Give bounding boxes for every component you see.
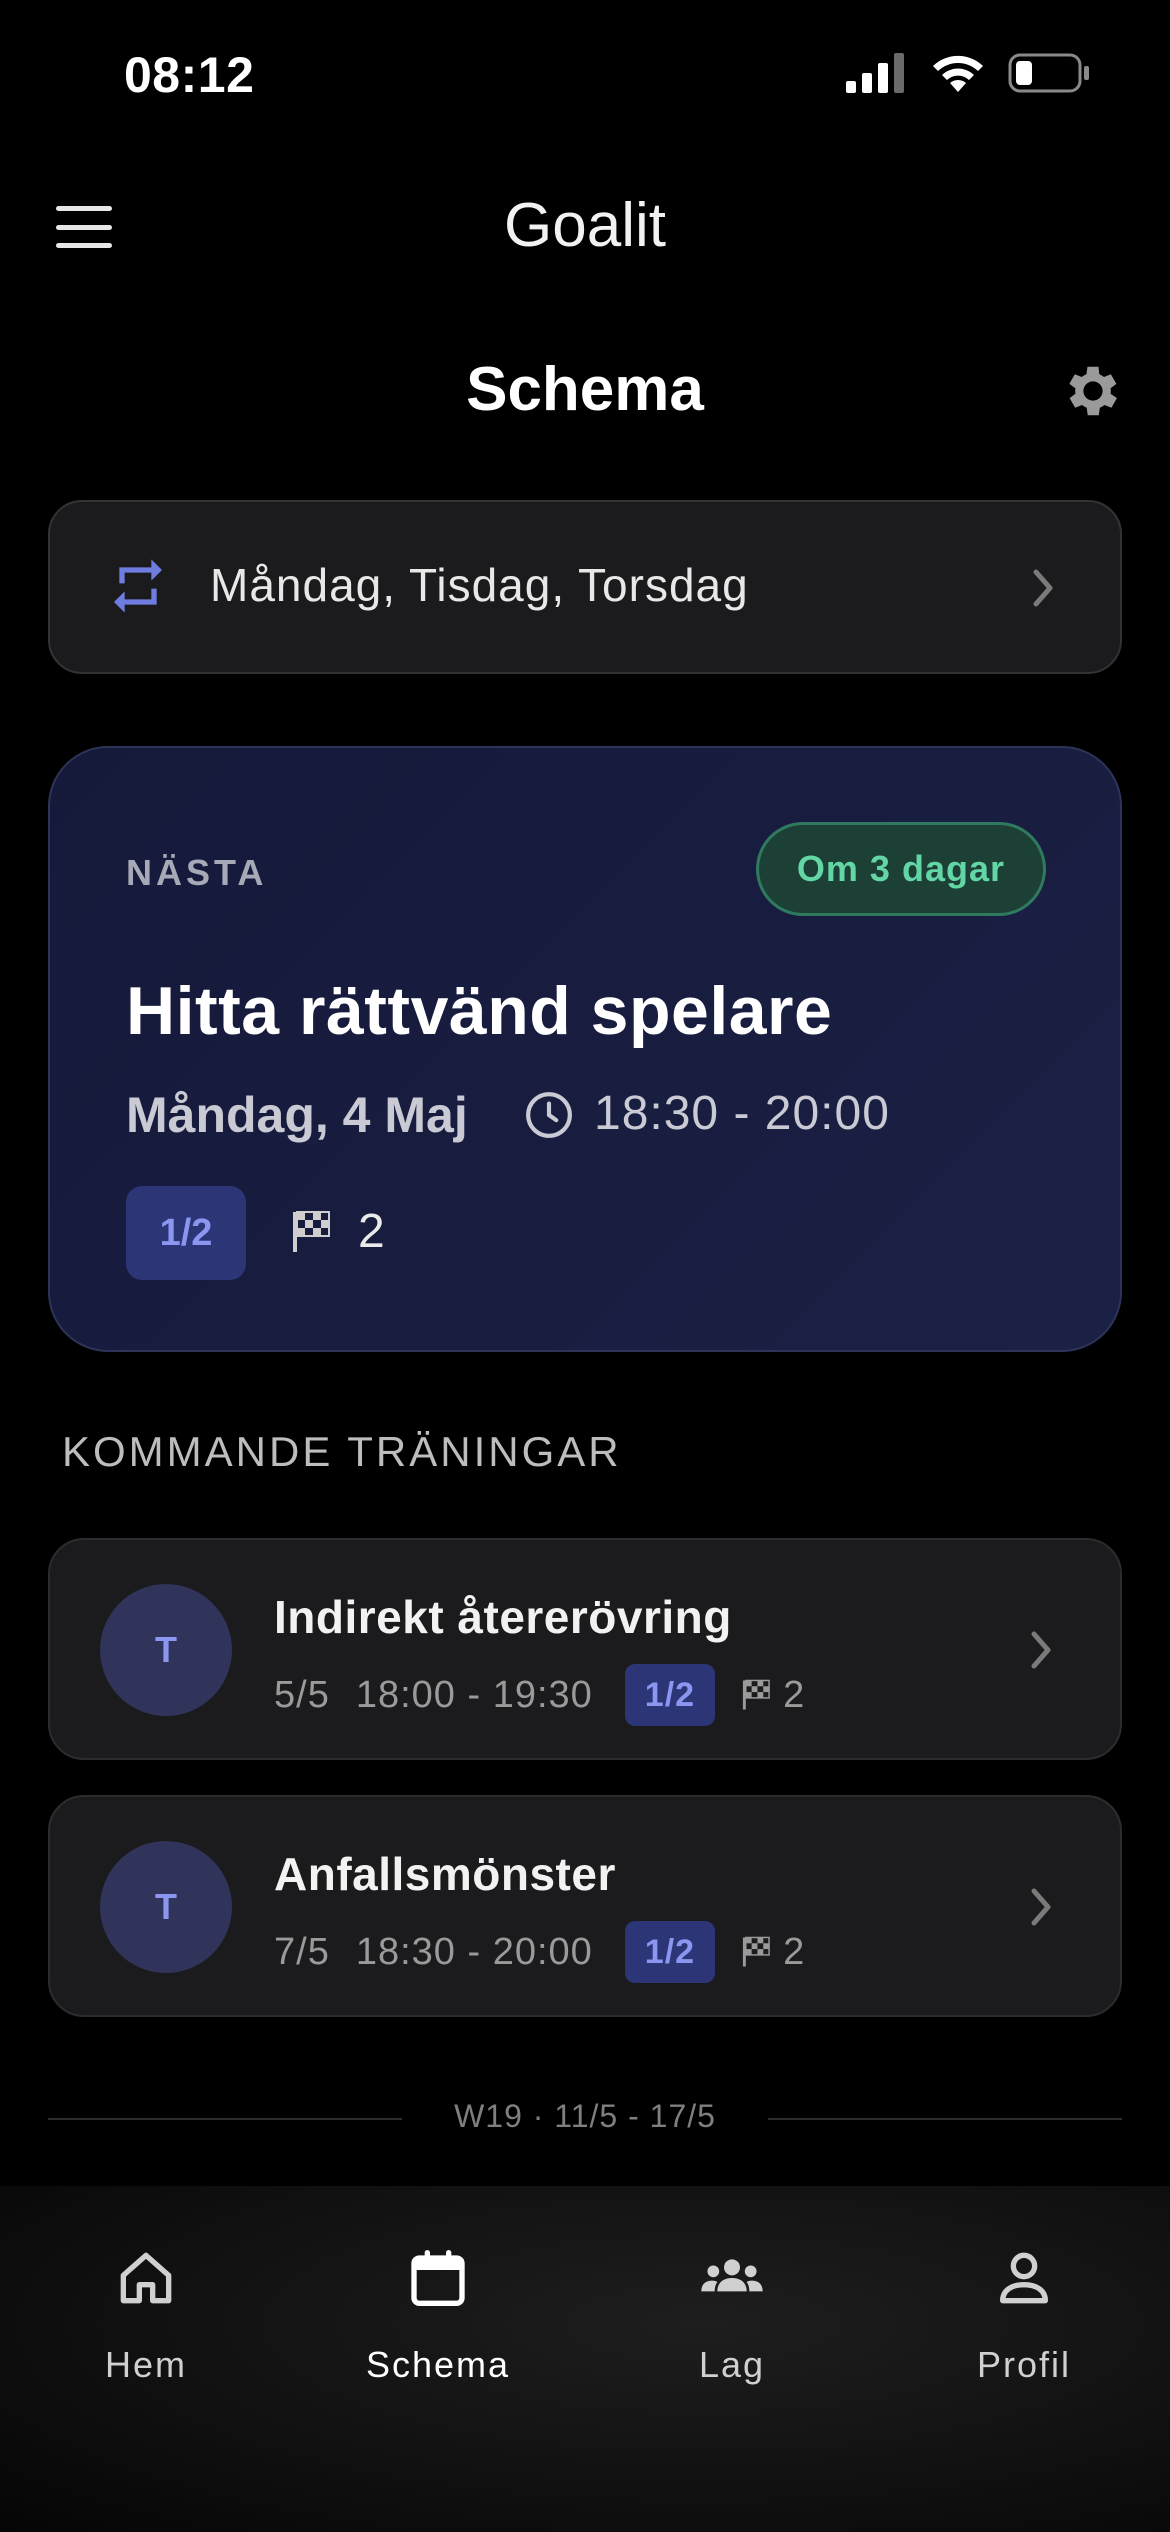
app-title: Goalit: [504, 191, 666, 260]
avatar: T: [100, 1584, 232, 1716]
flag-count: 2: [783, 1930, 806, 1973]
training-title: Indirekt återerövring: [274, 1591, 732, 1643]
training-meta: 7/5 18:30 - 20:00 1/2 2: [274, 1921, 805, 1983]
signal-icon: [846, 53, 904, 93]
training-time: 18:00 - 19:30: [355, 1673, 593, 1716]
level-badge: 1/2: [126, 1186, 246, 1280]
week-divider: W19 · 11/5 - 17/5: [48, 2098, 1122, 2138]
nav-item-lag[interactable]: Lag: [612, 2246, 852, 2426]
status-bar: 08:12: [0, 0, 1170, 150]
battery-icon: [1008, 53, 1089, 93]
training-title: Anfallsmönster: [274, 1848, 616, 1900]
next-training-card[interactable]: NÄSTA Om 3 dagar Hitta rättvänd spelare …: [48, 746, 1122, 1352]
recurrence-card[interactable]: Måndag, Tisdag, Torsdag: [48, 500, 1122, 674]
checkered-flag-icon: [293, 1211, 330, 1252]
next-training-date: Måndag, 4 Maj: [126, 1087, 468, 1143]
calendar-icon: [411, 2250, 465, 2306]
chevron-right-icon: [1033, 569, 1053, 607]
flag-count: 2: [358, 1205, 385, 1258]
nav-item-schema[interactable]: Schema: [318, 2246, 558, 2426]
checkered-flag-icon: [742, 1936, 770, 1967]
bottom-nav: Hem Schema Lag Profil: [0, 2186, 1170, 2532]
nav-item-hem[interactable]: Hem: [26, 2246, 266, 2426]
person-icon: [1000, 2252, 1048, 2304]
chevron-right-icon: [1031, 1631, 1051, 1669]
home-icon: [120, 2252, 172, 2304]
status-time: 08:12: [124, 47, 255, 103]
nav-label: Profil: [976, 2344, 1072, 2385]
app-bar: Goalit: [0, 170, 1170, 280]
clock-icon: [526, 1092, 572, 1138]
wifi-icon: [933, 55, 983, 92]
nav-label: Schema: [365, 2344, 511, 2385]
status-icons: [846, 52, 1090, 94]
screen: 08:12 Goalit Schema Måndag, Tisdag, Tors…: [0, 0, 1170, 2532]
avatar: T: [100, 1841, 232, 1973]
gear-icon[interactable]: [1060, 358, 1126, 424]
page-title: Schema: [466, 355, 704, 424]
next-label: NÄSTA: [126, 852, 268, 893]
training-list-item[interactable]: T Indirekt återerövring 5/5 18:00 - 19:3…: [48, 1538, 1122, 1760]
training-list-item[interactable]: T Anfallsmönster 7/5 18:30 - 20:00 1/2 2: [48, 1795, 1122, 2017]
level-badge: 1/2: [624, 1664, 716, 1726]
chevron-right-icon: [1031, 1888, 1051, 1926]
team-icon: [701, 2259, 763, 2292]
repeat-icon: [114, 559, 162, 613]
level-badge: 1/2: [624, 1921, 716, 1983]
training-date: 5/5: [274, 1673, 330, 1716]
week-label: W19 · 11/5 - 17/5: [454, 2098, 716, 2134]
training-meta: 5/5 18:00 - 19:30 1/2 2: [274, 1664, 805, 1726]
training-date: 7/5: [274, 1930, 330, 1973]
checkered-flag-icon: [742, 1679, 770, 1710]
flag-count: 2: [783, 1673, 806, 1716]
nav-item-profil[interactable]: Profil: [904, 2246, 1144, 2426]
nav-label: Lag: [698, 2344, 766, 2385]
countdown-badge: Om 3 dagar: [755, 822, 1046, 916]
next-training-title: Hitta rättvänd spelare: [126, 973, 833, 1049]
recurrence-days: Måndag, Tisdag, Torsdag: [210, 559, 749, 611]
training-time: 18:30 - 20:00: [355, 1930, 593, 1973]
divider-line: [768, 2118, 1122, 2120]
section-header-upcoming: KOMMANDE TRÄNINGAR: [62, 1428, 622, 1475]
nav-label: Hem: [104, 2344, 187, 2385]
next-training-time: 18:30 - 20:00: [594, 1087, 890, 1140]
